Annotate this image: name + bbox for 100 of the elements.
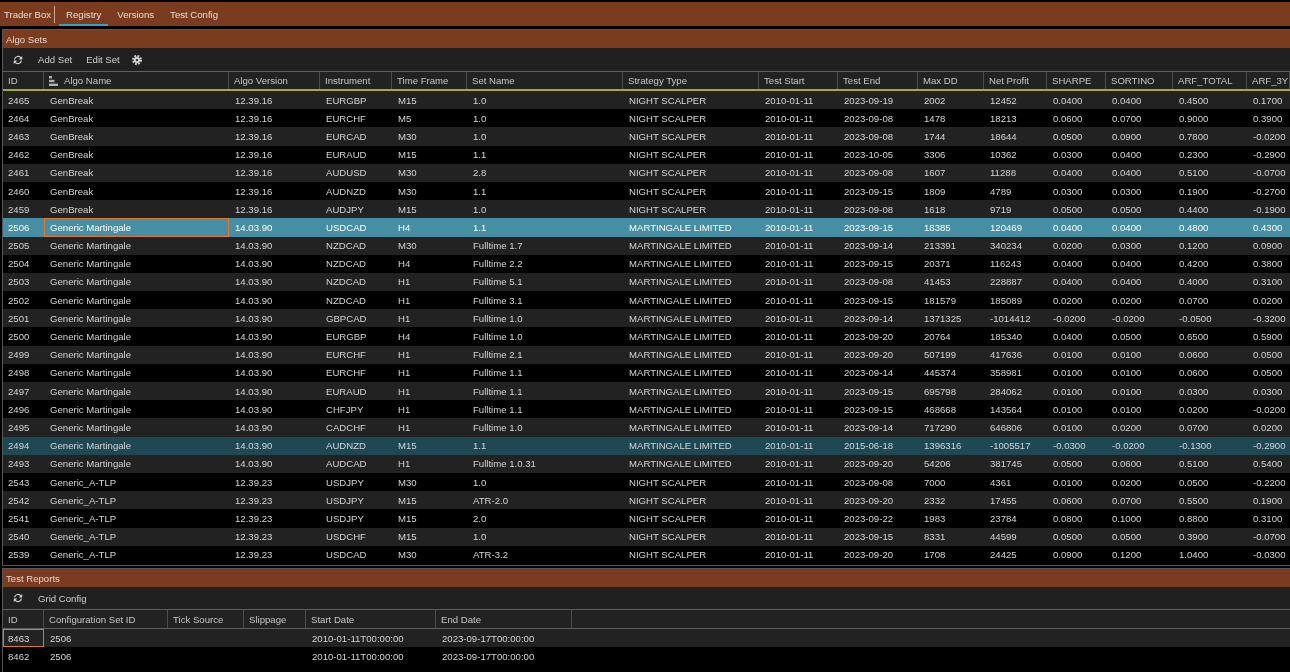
table-cell-text: 2010-01-11 [764,420,815,435]
table-cell-text: AUDUSD [325,166,368,181]
table-cell-text: 2010-01-11 [764,366,815,381]
column-header[interactable]: End Date [436,610,572,628]
column-header[interactable]: Test End [838,72,918,89]
table-cell-text: 0.0400 [1111,220,1143,235]
toolbar-button[interactable]: Add Set [31,51,80,68]
table-cell-text: -1014412 [989,311,1032,326]
table-cell-text: 2023-09-08 [843,275,895,290]
table-cell-text: 2463 [7,129,31,144]
table-cell-text: 2010-01-11 [764,239,815,254]
column-header[interactable]: Algo Name [44,72,229,89]
table-cell-text: 0.1900 [1178,184,1210,199]
table-cell-text: 0.0200 [1178,402,1210,417]
table-row[interactable]: 8463 2506 2010-01-11T00:00:00 2023-09-17T00:00:00 [3,629,1290,647]
table-cell-text: -0.0200 [1252,402,1287,417]
column-header[interactable]: ID [3,72,44,89]
table-row[interactable]: 2465 GenBreak 12.39.16 EURGBP M15 1.0 NIGHT SCALPER 2010-01-11 2023-09-19 2002 12452 0.0400 0.0400 0.4500 0.1700 [3,91,1290,110]
table-cell-text: 1.1 [472,220,488,235]
table-row[interactable]: 2497 Generic Martingale 14.03.90 EURAUD H1 Fulltime 1.1 MARTINGALE LIMITED 2010-01-11 2023-09-15 695798 284062 0.0100 0.0100 0.0300 0.0300 [3,382,1290,401]
table-cell-text: NIGHT SCALPER [628,148,708,163]
table-cell-text: EURAUD [325,148,368,163]
table-cell-text: 284062 [989,384,1023,399]
settings-icon[interactable] [131,54,142,65]
table-cell-text: 2010-01-11 [764,530,815,545]
table-cell-text: 2460 [7,184,31,199]
table-cell-text: GenBreak [49,129,95,144]
table-cell-text: M30 [397,129,418,144]
table-cell-text: 12.39.16 [234,129,274,144]
table-cell-text: 2.8 [472,166,488,181]
table-cell-text: Generic Martingale [49,275,133,290]
table-cell-text: H4 [397,220,412,235]
table-row[interactable]: 2463 GenBreak 12.39.16 EURCAD M30 1.0 NIGHT SCALPER 2010-01-11 2023-09-08 1744 18644 0.0500 0.0900 0.7800 -0.0200 [3,127,1290,146]
panel-title: Test Reports [6,572,60,584]
table-cell-text: -0.2900 [1252,148,1287,163]
table-cell-text: 0.0100 [1111,348,1143,363]
tab[interactable]: Registry [59,2,109,26]
table-cell-text: H4 [397,330,412,345]
table-row[interactable]: 2501 Generic Martingale 14.03.90 GBPCAD H1 Fulltime 1.0 MARTINGALE LIMITED 2010-01-11 2023-09-14 1371325 -1014412 -0.0200 -0.0200 -0.0500 -0.3200 [3,309,1290,328]
refresh-icon[interactable] [13,54,23,65]
column-header[interactable]: Max DD [918,72,984,89]
column-header[interactable]: Strategy Type [623,72,759,89]
column-header[interactable]: Instrument [320,72,392,89]
table-cell-text: Generic Martingale [49,311,133,326]
table-row[interactable]: 2459 GenBreak 12.39.16 AUDJPY M15 1.0 NIGHT SCALPER 2010-01-11 2023-09-08 1618 9719 0.0500 0.0500 0.4400 -0.1900 [3,200,1290,219]
table-cell-text: 0.0100 [1052,366,1084,381]
column-header[interactable]: Configuration Set ID [44,610,168,628]
column-header[interactable]: Net Profit [984,72,1047,89]
table-cell-text: 2.0 [472,511,488,526]
column-header[interactable]: Slippage [244,610,306,628]
table-cell-text: 0.9000 [1178,111,1210,126]
table-cell-text: Fulltime 2.2 [472,257,524,272]
table-cell-text: 0.0500 [1111,330,1143,345]
table-cell-text: 2010-01-11 [764,257,815,272]
table-row[interactable]: 2506 Generic Martingale 14.03.90 USDCAD H4 1.1 MARTINGALE LIMITED 2010-01-11 2023-09-15 18385 120469 0.0400 0.0400 0.4800 0.4300 [3,218,1290,237]
column-header[interactable]: Test Start [759,72,838,89]
column-header[interactable]: Tick Source [168,610,244,628]
table-cell-text: ATR-2.0 [472,493,509,508]
table-cell-text: M15 [397,93,418,108]
table-cell-text: 0.0600 [1178,366,1210,381]
tab[interactable]: Test Config [163,2,226,26]
table-cell-text: 2010-01-11 [764,384,815,399]
table-cell-text: 0.0300 [1052,148,1084,163]
table-cell-text: 14.03.90 [234,457,274,472]
column-header[interactable]: ARF_TOTAL [1173,72,1247,89]
column-header[interactable]: Time Frame [392,72,467,89]
table-cell-text: 0.0500 [1052,202,1084,217]
table-cell-text: 0.3900 [1178,530,1210,545]
table-cell-text: H1 [397,402,412,417]
refresh-icon[interactable] [13,593,23,603]
column-header[interactable]: ARF_3Y [1247,72,1290,89]
toolbar-button[interactable]: Grid Config [31,589,94,607]
table-cell-text: Generic Martingale [49,330,133,345]
table-cell-text: 10362 [989,148,1018,163]
toolbar-button[interactable]: Edit Set [79,51,127,68]
table-cell-text: MARTINGALE LIMITED [628,293,733,308]
table-cell-text: NIGHT SCALPER [628,530,708,545]
table-cell-text: 2010-01-11 [764,457,815,472]
table-cell-text: -0.0200 [1252,129,1287,144]
table-cell-text: Fulltime 1.1 [472,366,524,381]
table-cell-text: 2023-09-20 [843,330,895,345]
column-header[interactable]: Start Date [306,610,436,628]
column-header[interactable]: ID [3,610,44,628]
column-header[interactable]: Algo Version [229,72,320,89]
column-header[interactable]: SHARPE [1047,72,1106,89]
column-header[interactable]: SORTINO [1106,72,1173,89]
table-cell-text: 14.03.90 [234,293,274,308]
table-cell-text: Generic Martingale [49,420,133,435]
table-cell-text: EURCHF [325,366,367,381]
table-row[interactable]: 2495 Generic Martingale 14.03.90 CADCHF H1 Fulltime 1.0 MARTINGALE LIMITED 2010-01-11 2023-09-14 717290 646806 0.0100 0.0200 0.0700 0.0200 [3,418,1290,437]
table-cell-text: 2499 [7,348,31,363]
column-header[interactable]: Set Name [467,72,623,89]
table-cell-text: 1.0 [472,129,488,144]
table-row[interactable]: 2542 Generic_A-TLP 12.39.23 USDJPY M15 ATR-2.0 NIGHT SCALPER 2010-01-11 2023-09-20 2332 17455 0.0600 0.0700 0.5500 0.1900 [3,491,1290,510]
table-cell-text: 0.0400 [1111,148,1143,163]
tab[interactable]: Versions [110,2,162,26]
table-cell-text: 1.1 [472,184,488,199]
table-cell-text: 2506 [49,649,73,664]
table-cell-text: MARTINGALE LIMITED [628,366,733,381]
table-cell-text: 2023-09-15 [843,293,895,308]
